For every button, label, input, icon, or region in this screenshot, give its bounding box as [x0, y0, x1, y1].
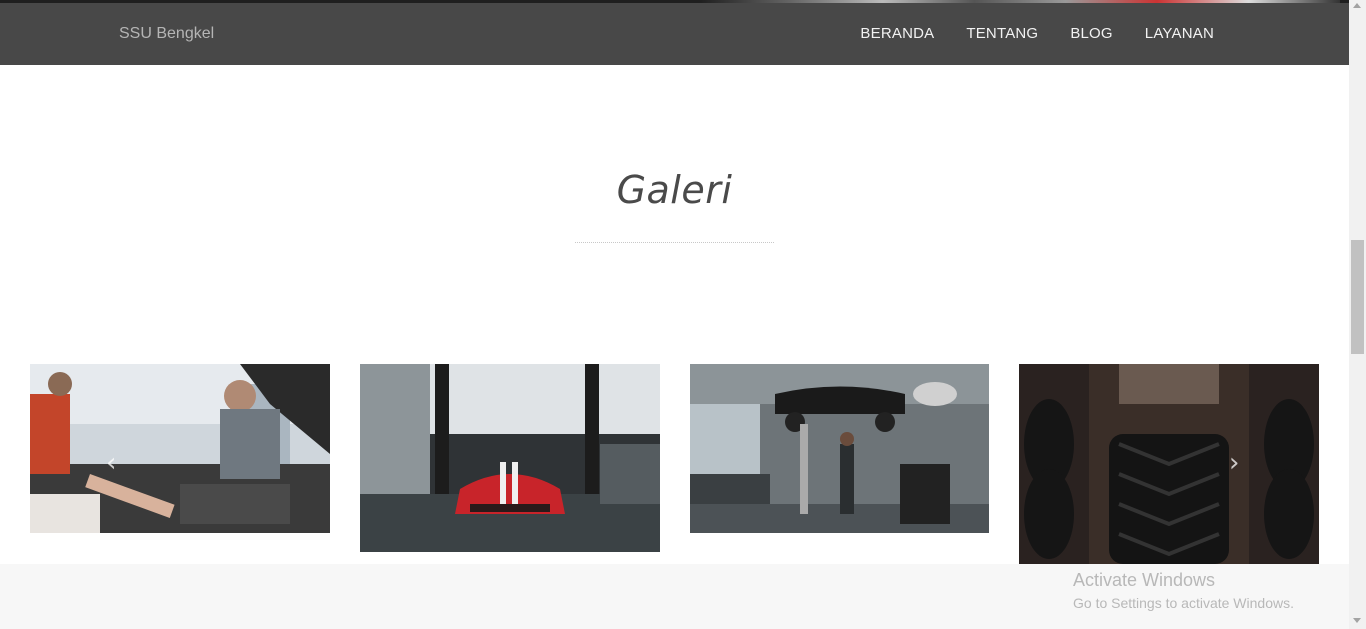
- vertical-scrollbar[interactable]: [1349, 0, 1366, 629]
- brand-logo[interactable]: SSU Bengkel: [119, 25, 214, 43]
- nav-layanan[interactable]: LAYANAN: [1145, 25, 1214, 42]
- gallery-image-car-lift[interactable]: [690, 364, 989, 533]
- nav-blog[interactable]: BLOG: [1070, 25, 1112, 42]
- windows-watermark-subtitle: Go to Settings to activate Windows.: [1073, 595, 1294, 611]
- windows-watermark-title: Activate Windows: [1073, 570, 1216, 590]
- scroll-thumb[interactable]: [1351, 240, 1364, 354]
- carousel-prev-button[interactable]: ‹: [106, 448, 116, 478]
- carousel-next-button[interactable]: ›: [1229, 448, 1239, 478]
- scroll-up-arrow-icon[interactable]: [1353, 3, 1361, 8]
- section-title: Galeri: [616, 168, 733, 212]
- gallery-image-red-car[interactable]: [360, 364, 660, 552]
- nav-menu: BERANDA TENTANG BLOG LAYANAN: [860, 25, 1214, 42]
- title-divider: [575, 242, 774, 243]
- scroll-down-arrow-icon[interactable]: [1353, 618, 1361, 623]
- gallery-image-mechanics[interactable]: [30, 364, 330, 533]
- nav-beranda[interactable]: BERANDA: [860, 25, 934, 42]
- nav-tentang[interactable]: TENTANG: [966, 25, 1038, 42]
- gallery-image-tires[interactable]: [1019, 364, 1319, 564]
- navbar: SSU Bengkel BERANDA TENTANG BLOG LAYANAN: [0, 3, 1349, 65]
